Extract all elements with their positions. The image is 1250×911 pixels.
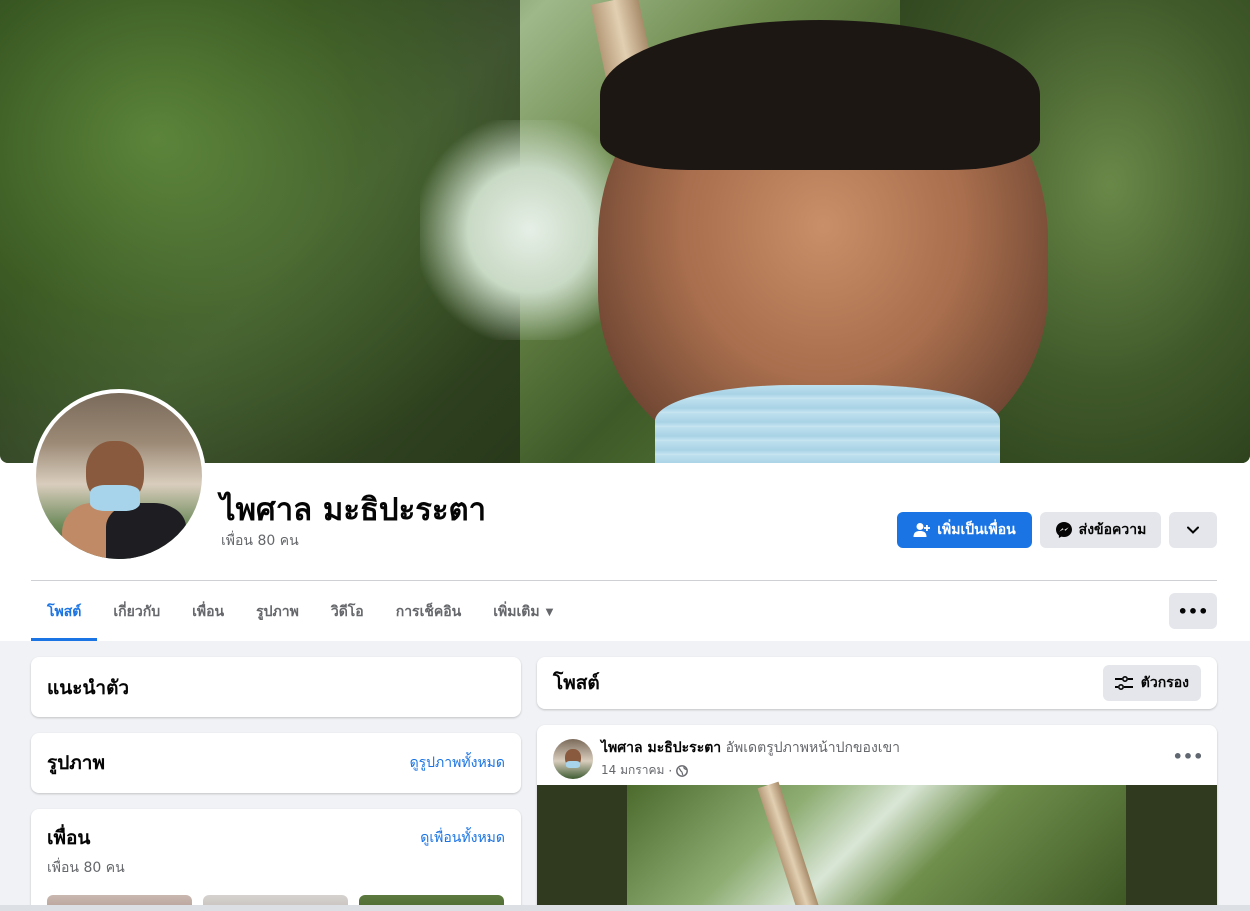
posts-title: โพสต์: [553, 672, 600, 694]
add-friend-button[interactable]: เพิ่มเป็นเพื่อน: [897, 512, 1032, 548]
intro-card: แนะนำตัว: [31, 657, 521, 717]
cover-photo[interactable]: [0, 0, 1250, 463]
post-card: ไพศาล มะธิปะระตา อัพเดตรูปภาพหน้าปกของเข…: [537, 725, 1217, 911]
more-dots-icon: •••: [1172, 746, 1204, 766]
tab-more[interactable]: เพิ่มเติม ▼: [477, 584, 569, 640]
friends-title[interactable]: เพื่อน: [47, 823, 90, 853]
profile-tabs: โพสต์ เกี่ยวกับ เพื่อน รูปภาพ วิดีโอ การ…: [31, 584, 569, 641]
friends-card: เพื่อน ดูเพื่อนทั้งหมด เพื่อน 80 คน: [31, 809, 521, 911]
avatar: [36, 393, 202, 559]
post-author-name[interactable]: ไพศาล มะธิปะระตา: [601, 740, 721, 756]
tab-videos[interactable]: วิดีโอ: [315, 584, 380, 640]
profile-picture[interactable]: [32, 389, 206, 563]
tabs-more-button[interactable]: •••: [1169, 593, 1217, 629]
tab-friends[interactable]: เพื่อน: [176, 584, 240, 640]
bottom-edge: [0, 905, 1250, 911]
send-message-button[interactable]: ส่งข้อความ: [1040, 512, 1161, 548]
chevron-down-icon: [1187, 526, 1199, 534]
post-date-separator: ·: [668, 763, 673, 778]
messenger-icon: [1055, 522, 1072, 538]
friends-card-count: เพื่อน 80 คน: [47, 860, 125, 876]
more-dots-icon: •••: [1177, 601, 1209, 621]
tab-photos[interactable]: รูปภาพ: [240, 584, 315, 640]
profile-header: ไพศาล มะธิปะระตา เพื่อน 80 คน เพิ่มเป็นเ…: [0, 0, 1250, 641]
globe-icon: [676, 764, 689, 777]
caret-down-icon: ▼: [545, 606, 554, 618]
filter-sliders-icon: [1114, 676, 1133, 690]
photos-card: รูปภาพ ดูรูปภาพทั้งหมด: [31, 733, 521, 793]
add-friend-icon: [913, 523, 931, 537]
tab-about[interactable]: เกี่ยวกับ: [97, 584, 176, 640]
add-friend-label: เพิ่มเป็นเพื่อน: [937, 522, 1016, 538]
intro-title: แนะนำตัว: [47, 677, 130, 699]
profile-name: ไพศาล มะธิปะระตา: [220, 492, 487, 528]
filter-button[interactable]: ตัวกรอง: [1102, 665, 1201, 701]
tab-check-ins[interactable]: การเช็คอิน: [380, 584, 478, 640]
post-image[interactable]: [537, 781, 1217, 911]
profile-friends-count[interactable]: เพื่อน 80 คน: [221, 530, 299, 552]
see-all-friends-link[interactable]: ดูเพื่อนทั้งหมด: [420, 827, 505, 849]
tab-posts[interactable]: โพสต์: [31, 584, 98, 641]
post-meta: ไพศาล มะธิปะระตา อัพเดตรูปภาพหน้าปกของเข…: [601, 737, 900, 780]
send-message-label: ส่งข้อความ: [1078, 522, 1147, 538]
profile-options-button[interactable]: [1169, 512, 1217, 548]
post-author-avatar[interactable]: [553, 738, 593, 779]
post-action-text: อัพเดตรูปภาพหน้าปกของเขา: [725, 740, 901, 756]
photos-title[interactable]: รูปภาพ: [47, 748, 105, 778]
posts-header-card: โพสต์ ตัวกรอง: [537, 657, 1217, 709]
header-divider: [31, 580, 1217, 581]
post-date[interactable]: 14 มกราคม: [601, 761, 664, 780]
post-options-button[interactable]: •••: [1172, 741, 1204, 771]
see-all-photos-link[interactable]: ดูรูปภาพทั้งหมด: [410, 752, 505, 774]
post-header: ไพศาล มะธิปะระตา อัพเดตรูปภาพหน้าปกของเข…: [553, 737, 900, 780]
filter-label: ตัวกรอง: [1140, 675, 1189, 691]
